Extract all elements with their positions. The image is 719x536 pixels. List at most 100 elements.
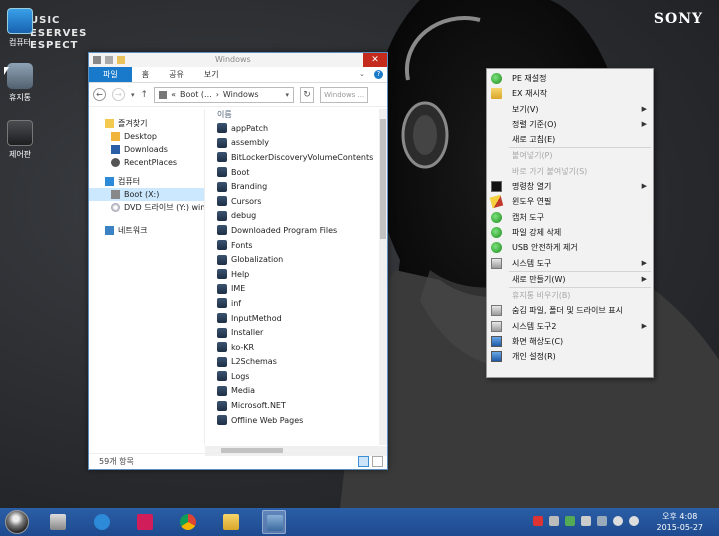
column-header-name[interactable]: 이름	[217, 109, 387, 121]
file-row[interactable]: Downloaded Program Files	[217, 223, 387, 238]
file-row[interactable]: assembly	[217, 136, 387, 151]
context-menu-item[interactable]: 붙여넣기(P)	[487, 148, 653, 163]
help-icon[interactable]: ?	[374, 70, 383, 79]
chevron-down-icon[interactable]: ▾	[286, 91, 290, 99]
file-row[interactable]: inf	[217, 296, 387, 311]
file-row[interactable]: BitLockerDiscoveryVolumeContents	[217, 150, 387, 165]
taskbar-app-screen[interactable]	[133, 510, 157, 534]
details-view-button[interactable]	[358, 456, 369, 467]
file-name: ko-KR	[231, 342, 255, 352]
network-icon[interactable]	[597, 516, 607, 526]
tab-share[interactable]: 공유	[159, 67, 194, 82]
taskbar-app-active-window[interactable]	[262, 510, 286, 534]
context-menu-item[interactable]: 보기(V) ▶	[487, 102, 653, 117]
file-row[interactable]: debug	[217, 209, 387, 224]
close-icon[interactable]	[629, 516, 639, 526]
file-row[interactable]: Boot	[217, 165, 387, 180]
context-menu-item[interactable]: 새로 만들기(W) ▶	[487, 272, 653, 287]
taskbar-app-logout[interactable]	[90, 510, 114, 534]
nav-item-network[interactable]: 네트워크	[89, 224, 204, 237]
new-folder-icon[interactable]	[117, 56, 125, 64]
system-menu-icon[interactable]	[93, 56, 101, 64]
expand-ribbon-icon[interactable]: ⌄	[359, 70, 368, 79]
personalize-icon	[491, 351, 502, 363]
context-menu-item[interactable]: 명령창 열기 ▶	[487, 179, 653, 194]
tray-device-icon[interactable]	[581, 516, 591, 526]
context-menu-item[interactable]: 윈도우 연필	[487, 194, 653, 209]
chevron-right-icon: ▶	[641, 119, 647, 128]
desktop-icon-computer[interactable]: 컴퓨터	[0, 8, 40, 48]
drive-icon	[111, 190, 120, 199]
context-menu-item[interactable]: 시스템 도구 ▶	[487, 256, 653, 271]
context-menu-item[interactable]: 정렬 기준(O) ▶	[487, 117, 653, 132]
nav-item-boot-drive[interactable]: Boot (X:)	[89, 188, 204, 201]
context-menu-item[interactable]: 바로 가기 붙여넣기(S)	[487, 164, 653, 179]
context-menu-item[interactable]: 시스템 도구2 ▶	[487, 319, 653, 334]
context-menu-item[interactable]: 캡처 도구	[487, 210, 653, 225]
refresh-button[interactable]: ↻	[300, 86, 315, 103]
breadcrumb-segment[interactable]: Windows	[223, 90, 259, 99]
close-button[interactable]: ✕	[363, 53, 387, 67]
taskbar-app-dashboard[interactable]	[46, 510, 70, 534]
back-button[interactable]: ←	[93, 88, 106, 101]
taskbar-app-explorer[interactable]	[219, 510, 243, 534]
volume-icon[interactable]	[613, 516, 623, 526]
taskbar-clock[interactable]: 오후 4:08 2015-05-27	[657, 511, 704, 533]
nav-item-dvd-drive[interactable]: DVD 드라이브 (Y:) win	[89, 201, 204, 214]
tab-home[interactable]: 홈	[132, 67, 159, 82]
file-row[interactable]: Help	[217, 267, 387, 282]
context-menu-item[interactable]: 숨김 파일, 폴더 및 드라이브 표시	[487, 303, 653, 318]
context-menu-item[interactable]: PE 재설정	[487, 71, 653, 86]
file-row[interactable]: Media	[217, 384, 387, 399]
forward-button[interactable]: →	[112, 88, 125, 101]
context-menu-item[interactable]: 화면 해상도(C)	[487, 334, 653, 349]
explorer-window[interactable]: Windows ✕ 파일 홈 공유 보기 ⌄ ? ← → ▾ ↑ « Boot …	[88, 52, 388, 470]
context-menu-item[interactable]: 파일 강제 삭제	[487, 225, 653, 240]
nav-item-favorites[interactable]: 즐겨찾기	[89, 117, 204, 130]
file-row[interactable]: Logs	[217, 369, 387, 384]
file-row[interactable]: Cursors	[217, 194, 387, 209]
up-button[interactable]: ↑	[141, 90, 149, 100]
context-menu-item[interactable]: 개인 설정(R)	[487, 349, 653, 364]
desktop-icon-control-panel[interactable]: 제어판	[0, 120, 40, 160]
start-button[interactable]	[5, 510, 29, 534]
nav-item-recentplaces[interactable]: RecentPlaces	[89, 156, 204, 169]
context-menu-item[interactable]: EX 재시작	[487, 86, 653, 101]
properties-icon[interactable]	[105, 56, 113, 64]
explorer-titlebar[interactable]: Windows ✕	[89, 53, 387, 67]
file-row[interactable]: ko-KR	[217, 340, 387, 355]
file-name: InputMethod	[231, 313, 282, 323]
tab-view[interactable]: 보기	[194, 67, 229, 82]
large-icons-view-button[interactable]	[372, 456, 383, 467]
address-input[interactable]: « Boot (... › Windows ▾	[154, 86, 295, 103]
menu-item-label: 정렬 기준(O)	[512, 119, 557, 129]
file-row[interactable]: Installer	[217, 325, 387, 340]
file-row[interactable]: Microsoft.NET	[217, 398, 387, 413]
nav-item-computer[interactable]: 컴퓨터	[89, 175, 204, 188]
nav-item-desktop[interactable]: Desktop	[89, 130, 204, 143]
file-row[interactable]: Branding	[217, 179, 387, 194]
file-row[interactable]: Fonts	[217, 238, 387, 253]
tray-app-icon[interactable]	[533, 516, 543, 526]
context-menu-item[interactable]: 휴지통 비우기(B)	[487, 288, 653, 303]
file-name: Microsoft.NET	[231, 401, 286, 411]
context-menu-item[interactable]: 새로 고침(E)	[487, 132, 653, 147]
nav-item-downloads[interactable]: Downloads	[89, 143, 204, 156]
tab-file[interactable]: 파일	[89, 67, 132, 82]
taskbar-app-chrome[interactable]	[176, 510, 200, 534]
scrollbar-thumb[interactable]	[380, 119, 386, 239]
file-row[interactable]: Globalization	[217, 252, 387, 267]
file-row[interactable]: InputMethod	[217, 311, 387, 326]
file-row[interactable]: Offline Web Pages	[217, 413, 387, 428]
file-row[interactable]: appPatch	[217, 121, 387, 136]
vertical-scrollbar[interactable]	[379, 109, 387, 445]
recent-locations-icon[interactable]: ▾	[131, 91, 135, 99]
tray-usb-icon[interactable]	[565, 516, 575, 526]
file-row[interactable]: L2Schemas	[217, 355, 387, 370]
context-menu-item[interactable]: USB 안전하게 제거	[487, 240, 653, 255]
file-row[interactable]: IME	[217, 282, 387, 297]
desktop[interactable]: USIC ESERVES ESPECT SONY 컴퓨터 휴지통 제어판 Win…	[0, 0, 719, 508]
search-input[interactable]: Windows ...	[320, 86, 369, 103]
breadcrumb-segment[interactable]: Boot (...	[180, 90, 212, 99]
tray-keyboard-icon[interactable]	[549, 516, 559, 526]
